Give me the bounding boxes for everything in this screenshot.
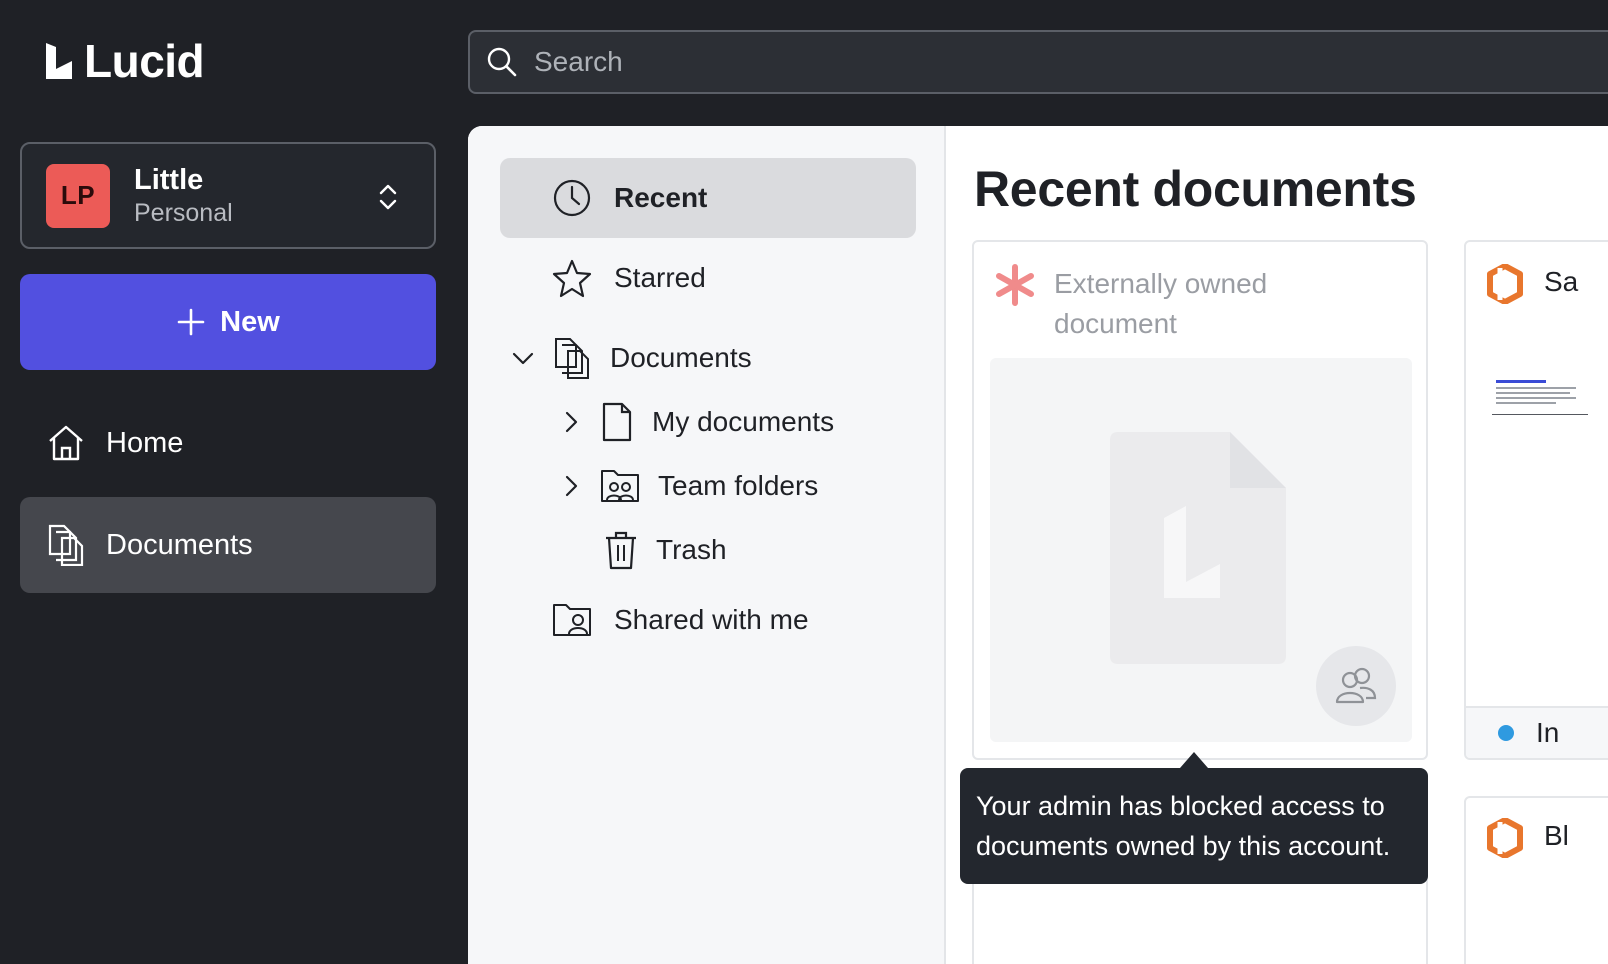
card-preview [990, 358, 1412, 742]
card-title: Bl [1544, 820, 1569, 851]
people-icon [1335, 667, 1377, 704]
page-title: Recent documents [974, 161, 1417, 217]
search-input[interactable] [534, 46, 1434, 78]
card-title: Sa [1544, 266, 1579, 297]
search-bar[interactable] [468, 30, 1608, 94]
document-card[interactable]: Externally owned document [972, 240, 1428, 760]
search-icon [487, 47, 517, 77]
tooltip-arrow [1180, 752, 1208, 768]
app-root: Lucid LP Little Personal New Home Docume… [0, 0, 1608, 964]
lucid-chart-icon [1487, 818, 1523, 858]
document-card[interactable]: Sa In [1464, 240, 1608, 760]
shared-badge [1316, 646, 1396, 726]
blocked-access-tooltip: Your admin has blocked access to documen… [960, 752, 1428, 884]
main-area: Recent documents Externally owned docume… [0, 126, 1608, 964]
card-status-text: In [1536, 717, 1560, 748]
lucid-document-icon [1110, 432, 1286, 664]
tooltip-text: Your admin has blocked access to documen… [976, 791, 1391, 861]
document-thumbnail [1492, 380, 1588, 415]
document-card[interactable]: Bl [1464, 796, 1608, 964]
lucid-logo-icon [46, 43, 72, 79]
lucid-logo[interactable]: Lucid [44, 35, 205, 87]
asterisk-icon [996, 264, 1034, 306]
status-dot [1498, 725, 1514, 741]
app-name: Lucid [84, 35, 205, 87]
lucid-chart-icon [1487, 264, 1523, 304]
card-title: Externally owned document [1054, 268, 1268, 339]
card-status-footer: In [1466, 706, 1608, 758]
